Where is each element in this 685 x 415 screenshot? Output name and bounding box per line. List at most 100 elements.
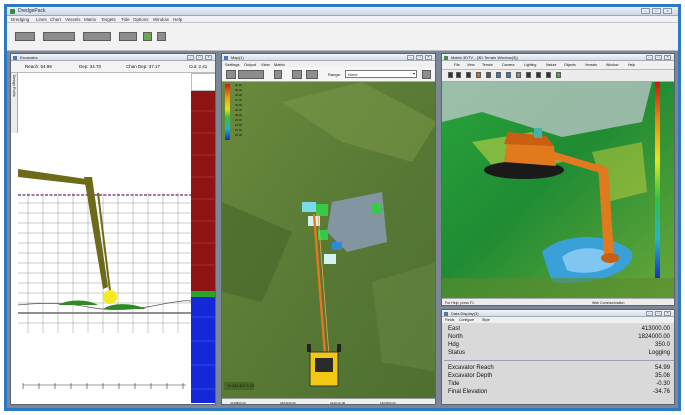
data-menu-configure[interactable]: Configure <box>459 318 474 322</box>
excavator-depth-value: 35.08 <box>654 373 670 379</box>
menu-targets[interactable]: Targets <box>101 17 116 22</box>
data-menu-style[interactable]: Style <box>482 318 490 322</box>
legend-value: 34.00 <box>235 98 242 102</box>
terrain-menu-vessels[interactable]: Vessels <box>585 63 597 67</box>
map-minimize-button[interactable]: – <box>407 55 414 60</box>
menu-vessels[interactable]: Vessels <box>65 17 81 22</box>
data-display-panel: Data Display(3) – □ × Fields Configure S… <box>441 309 675 405</box>
map-title: Map(1) <box>231 55 244 60</box>
data-display-maximize-button[interactable]: □ <box>655 311 662 316</box>
range-select[interactable]: None ▾ <box>345 70 417 78</box>
map-coordinate-readout: X: 412 413 Y: 24 <box>228 384 254 388</box>
terrain-3d-close-button[interactable]: × <box>664 55 671 60</box>
snapshot-button[interactable] <box>546 72 551 78</box>
legend-value: 38.00 <box>235 88 242 92</box>
depth-readout: Dep: 34.70 <box>79 64 102 69</box>
map-menu-matrix[interactable]: Matrix <box>274 62 285 67</box>
data-display-title: Data Display(3) <box>451 311 479 316</box>
status-value: Logging <box>648 350 670 356</box>
terrain-3d-maximize-button[interactable]: □ <box>655 55 662 60</box>
menu-chart[interactable]: Chart <box>50 17 61 22</box>
terrain-menu-view[interactable]: View <box>467 63 475 67</box>
minimize-button[interactable]: – <box>641 8 650 14</box>
play-button[interactable] <box>448 72 453 78</box>
map-options-button[interactable] <box>422 70 431 79</box>
terrain-menu-terrain[interactable]: Terrain <box>482 63 493 67</box>
close-button[interactable]: × <box>663 8 672 14</box>
toolbar-button-targets[interactable] <box>119 32 137 41</box>
terrain-3d-status-bar: For Help, press F1 Web Communication <box>442 298 674 305</box>
excavator-bucket-profile <box>103 290 117 304</box>
toolbar-button-open[interactable] <box>15 32 35 41</box>
terrain-menu-nature[interactable]: Nature <box>546 63 557 67</box>
menu-tide[interactable]: Tide <box>121 17 130 22</box>
zoom-button[interactable] <box>486 72 491 78</box>
light-button[interactable] <box>526 72 531 78</box>
profile-title: Excavator <box>20 55 38 60</box>
terrain-status-help: For Help, press F1 <box>445 301 474 305</box>
mdi-workspace: Excavator – □ × Reach: 54.99 Dep: 34.70 … <box>7 51 678 408</box>
legend-value: 30.00 <box>235 108 242 112</box>
menu-lines[interactable]: Lines <box>36 17 47 22</box>
map-maximize-button[interactable]: □ <box>416 55 423 60</box>
map-bottom-axis: 4133800.00 1824100.00 413C4C.00 1824500.… <box>222 398 435 405</box>
toolbar-button-vessels[interactable] <box>43 32 75 41</box>
toolbar-button-chart[interactable] <box>143 32 152 41</box>
terrain-3d-viewport[interactable] <box>442 82 675 298</box>
map-layer-button[interactable] <box>292 70 302 79</box>
map-menu-view[interactable]: View <box>261 62 270 67</box>
camera-button[interactable] <box>476 72 481 78</box>
terrain-3d-panel: Matrix 3DTV - [3D Terrain Window(3)] – □… <box>441 53 675 306</box>
map-select-button[interactable] <box>274 70 282 79</box>
terrain-menu-camera[interactable]: Camera <box>502 63 514 67</box>
east-label: East <box>448 326 461 332</box>
grid-button[interactable] <box>516 72 521 78</box>
map-axis-label: 1824500.00 <box>380 401 396 405</box>
legend-value: 40.00 <box>235 83 242 87</box>
toolbar-button-tide[interactable] <box>157 32 166 41</box>
map-refresh-button[interactable] <box>306 70 318 79</box>
terrain-3d-minimize-button[interactable]: – <box>646 55 653 60</box>
map-zoom-in-button[interactable] <box>226 70 236 79</box>
record-button[interactable] <box>536 72 541 78</box>
data-display-body: East 413000.00 North 1824000.00 Hdg 350.… <box>442 323 674 404</box>
map-pan-buttons[interactable] <box>238 70 264 79</box>
view-button[interactable] <box>496 72 501 78</box>
toolbar-button-matrix[interactable] <box>83 32 111 41</box>
terrain-menu-file[interactable]: File <box>454 63 460 67</box>
map-close-button[interactable]: × <box>425 55 432 60</box>
menu-options[interactable]: Options <box>133 17 149 22</box>
data-menu-fields[interactable]: Fields <box>445 318 454 322</box>
terrain-menu-window[interactable]: Window <box>606 63 618 67</box>
map-axis-label: 413C4C.00 <box>330 401 346 405</box>
stop-button[interactable] <box>456 72 461 78</box>
terrain-button[interactable] <box>506 72 511 78</box>
app-title: DredgePack <box>18 8 46 14</box>
menu-window[interactable]: Window <box>153 17 169 22</box>
settings-button[interactable] <box>556 72 561 78</box>
profile-minimize-button[interactable]: – <box>187 55 194 60</box>
map-menu-output[interactable]: Output <box>244 62 256 67</box>
range-label: Range: <box>328 72 341 77</box>
cut-readout: Cut: 2.41 <box>189 64 208 69</box>
data-display-minimize-button[interactable]: – <box>646 311 653 316</box>
terrain-menu-help[interactable]: Help <box>628 63 635 67</box>
data-display-close-button[interactable]: × <box>664 311 671 316</box>
profile-maximize-button[interactable]: □ <box>196 55 203 60</box>
terrain-menu-objects[interactable]: Objects <box>564 63 576 67</box>
maximize-button[interactable]: □ <box>652 8 661 14</box>
legend-value: 20.00 <box>235 133 242 137</box>
menu-matrix[interactable]: Matrix <box>84 17 96 22</box>
menu-dredging[interactable]: Dredging <box>11 17 29 22</box>
rewind-button[interactable] <box>466 72 471 78</box>
map-title-bar: Map(1) – □ × <box>222 54 435 61</box>
tab-design-profile[interactable]: Design Profile <box>12 75 16 97</box>
terrain-menu-lighting[interactable]: Lighting <box>524 63 536 67</box>
map-axis-label: 4133800.00 <box>230 401 246 405</box>
menu-help[interactable]: Help <box>173 17 182 22</box>
title-bar: DredgePack – □ × <box>7 7 678 16</box>
terrain-3d-toolbar <box>442 70 674 82</box>
map-menu-settings[interactable]: Settings <box>225 62 239 67</box>
data-display-title-bar: Data Display(3) – □ × <box>442 310 674 317</box>
profile-close-button[interactable]: × <box>205 55 212 60</box>
